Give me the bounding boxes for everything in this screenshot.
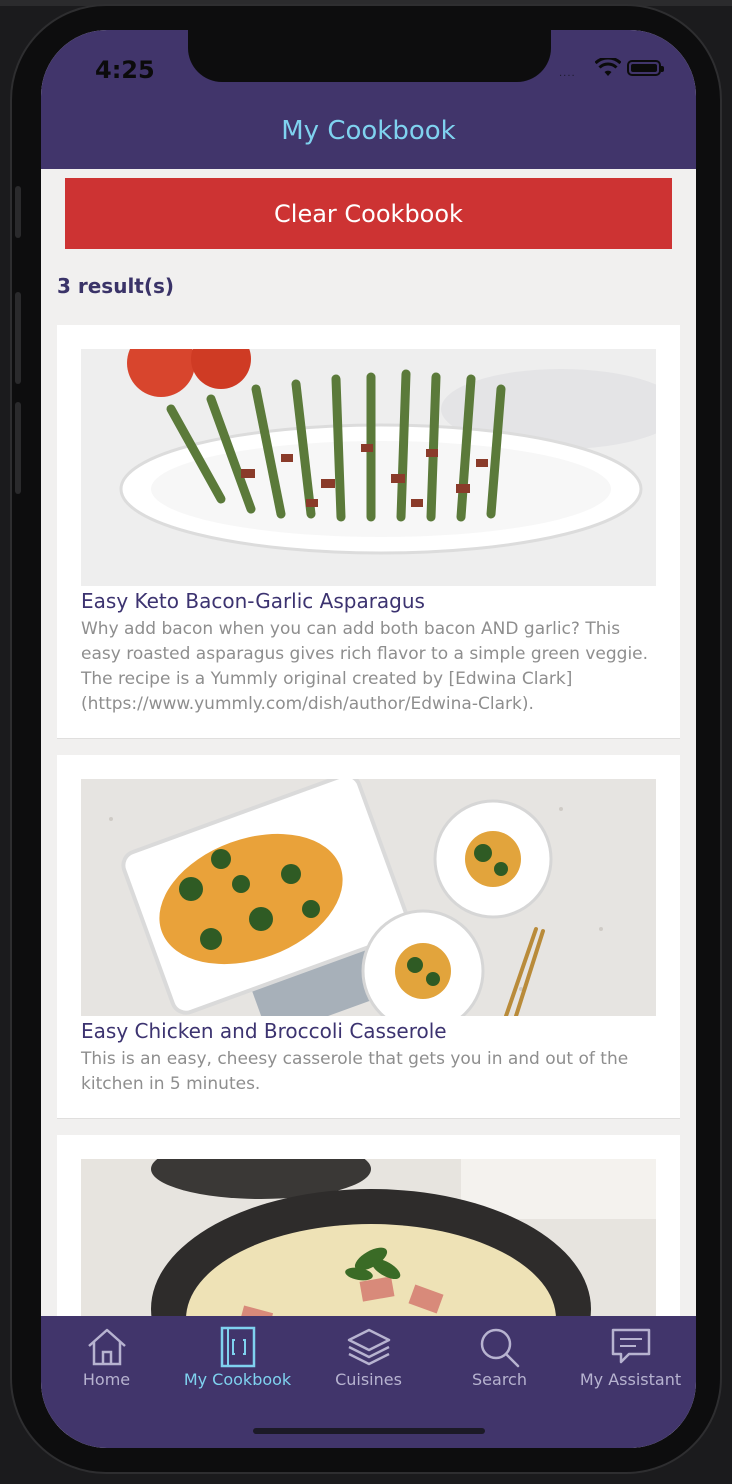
recipe-title: Easy Keto Bacon-Garlic Asparagus (81, 589, 425, 613)
tab-search[interactable]: Search (434, 1326, 565, 1396)
silent-switch (15, 186, 21, 238)
tab-my-assistant-label: My Assistant (579, 1370, 682, 1389)
layers-icon (347, 1328, 390, 1366)
recipe-description: This is an easy, cheesy casserole that g… (81, 1049, 629, 1094)
battery-icon (627, 60, 664, 76)
recipe-card[interactable]: Easy Keto Bacon-Garlic Asparagus Why add… (57, 325, 680, 739)
recipe-image-asparagus (81, 349, 656, 586)
page-title: My Cookbook (281, 116, 456, 146)
cookbook-icon (220, 1326, 255, 1368)
search-icon (480, 1328, 519, 1368)
signal-dots: .... (559, 68, 576, 79)
tab-cuisines-label: Cuisines (335, 1370, 402, 1389)
recipe-card[interactable]: Easy Chicken and Broccoli Casserole This… (57, 755, 680, 1119)
tab-my-cookbook-label: My Cookbook (183, 1370, 292, 1389)
home-indicator[interactable] (253, 1428, 485, 1434)
recipe-image-casserole (81, 779, 656, 1016)
tab-my-cookbook[interactable]: My Cookbook (172, 1326, 303, 1396)
tab-cuisines[interactable]: Cuisines (303, 1326, 434, 1396)
chat-icon (611, 1328, 650, 1364)
header-bar: 4:25 .... My Cookbook (41, 30, 696, 169)
tab-my-assistant[interactable]: My Assistant (565, 1326, 696, 1396)
clear-cookbook-button[interactable]: Clear Cookbook (65, 178, 672, 249)
tab-home-label: Home (82, 1370, 131, 1389)
tab-home[interactable]: Home (41, 1326, 172, 1396)
tab-search-label: Search (472, 1370, 527, 1389)
recipe-description: Why add bacon when you can add both baco… (81, 619, 649, 714)
wifi-icon (595, 58, 621, 76)
status-icons: .... (559, 58, 671, 82)
recipe-title: Easy Chicken and Broccoli Casserole (81, 1019, 447, 1043)
results-count: 3 result(s) (57, 274, 175, 298)
app-screen: 4:25 .... My Cookbook Clear Cookbook 3 r… (41, 30, 696, 1448)
status-time: 4:25 (95, 56, 155, 84)
volume-up-button (15, 292, 21, 384)
recipe-image-ham-pasta (81, 1159, 656, 1329)
volume-down-button (15, 402, 21, 494)
home-icon (87, 1328, 126, 1366)
notch (188, 30, 551, 82)
